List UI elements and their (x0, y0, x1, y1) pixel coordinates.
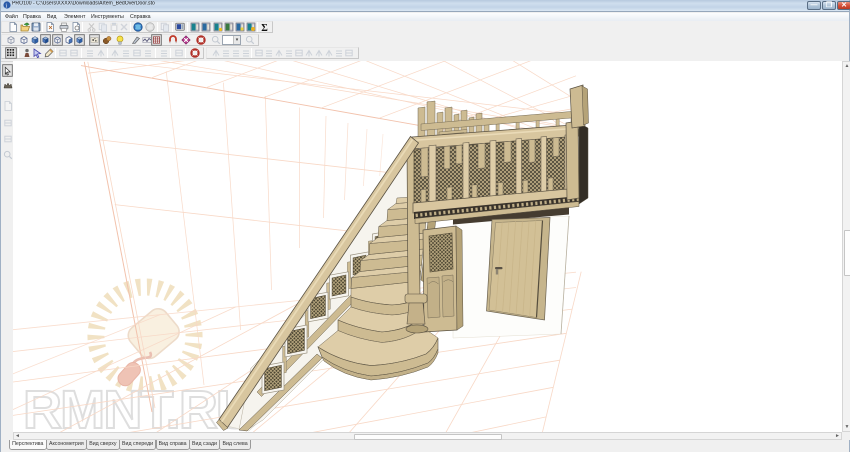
svg-text:i: i (5, 2, 7, 9)
svg-text:Σ: Σ (261, 23, 268, 32)
